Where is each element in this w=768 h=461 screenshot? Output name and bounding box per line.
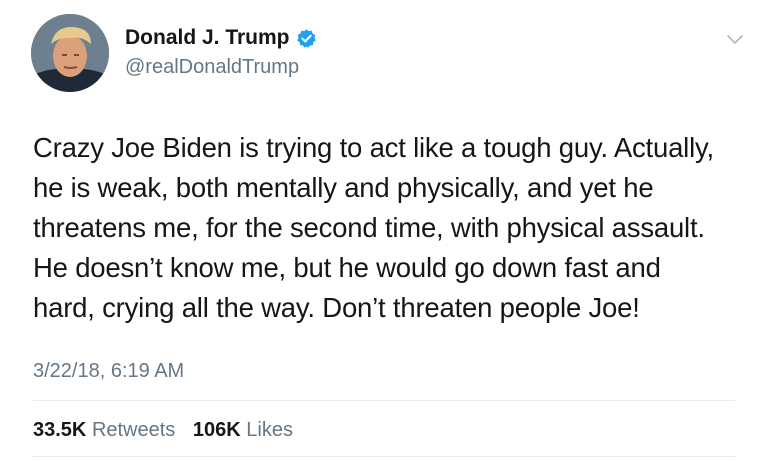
avatar[interactable] bbox=[31, 14, 109, 92]
tweet-text-line: threatens me, for the second time, with … bbox=[33, 212, 705, 243]
tweet-text: Crazy Joe Biden is trying to act like a … bbox=[33, 128, 758, 328]
author-name-row[interactable]: Donald J. Trump bbox=[125, 25, 317, 51]
retweets-count: 33.5K bbox=[33, 419, 87, 441]
likes-count: 106K bbox=[192, 419, 241, 441]
avatar-image bbox=[31, 14, 109, 92]
likes-stat[interactable]: 106K Likes bbox=[193, 419, 293, 441]
verified-badge-icon bbox=[296, 28, 317, 49]
tweet-stats: 33.5K Retweets 106K Likes bbox=[33, 417, 305, 443]
retweets-label: Retweets bbox=[91, 419, 176, 441]
tweet-text-line: He doesn’t know me, but he would go down… bbox=[33, 252, 661, 283]
divider bbox=[33, 456, 735, 457]
author-handle[interactable]: @realDonaldTrump bbox=[125, 54, 299, 80]
retweets-stat[interactable]: 33.5K Retweets bbox=[33, 419, 175, 441]
tweet-timestamp[interactable]: 3/22/18, 6:19 AM bbox=[33, 358, 184, 384]
tweet-text-line: he is weak, both mentally and physically… bbox=[33, 172, 654, 203]
tweet-text-line: Crazy Joe Biden is trying to act like a … bbox=[33, 132, 714, 163]
chevron-down-icon[interactable] bbox=[725, 32, 745, 46]
divider bbox=[33, 400, 735, 401]
likes-label: Likes bbox=[246, 419, 293, 441]
tweet-text-line: hard, crying all the way. Don’t threaten… bbox=[33, 292, 640, 323]
author-display-name[interactable]: Donald J. Trump bbox=[125, 25, 290, 51]
